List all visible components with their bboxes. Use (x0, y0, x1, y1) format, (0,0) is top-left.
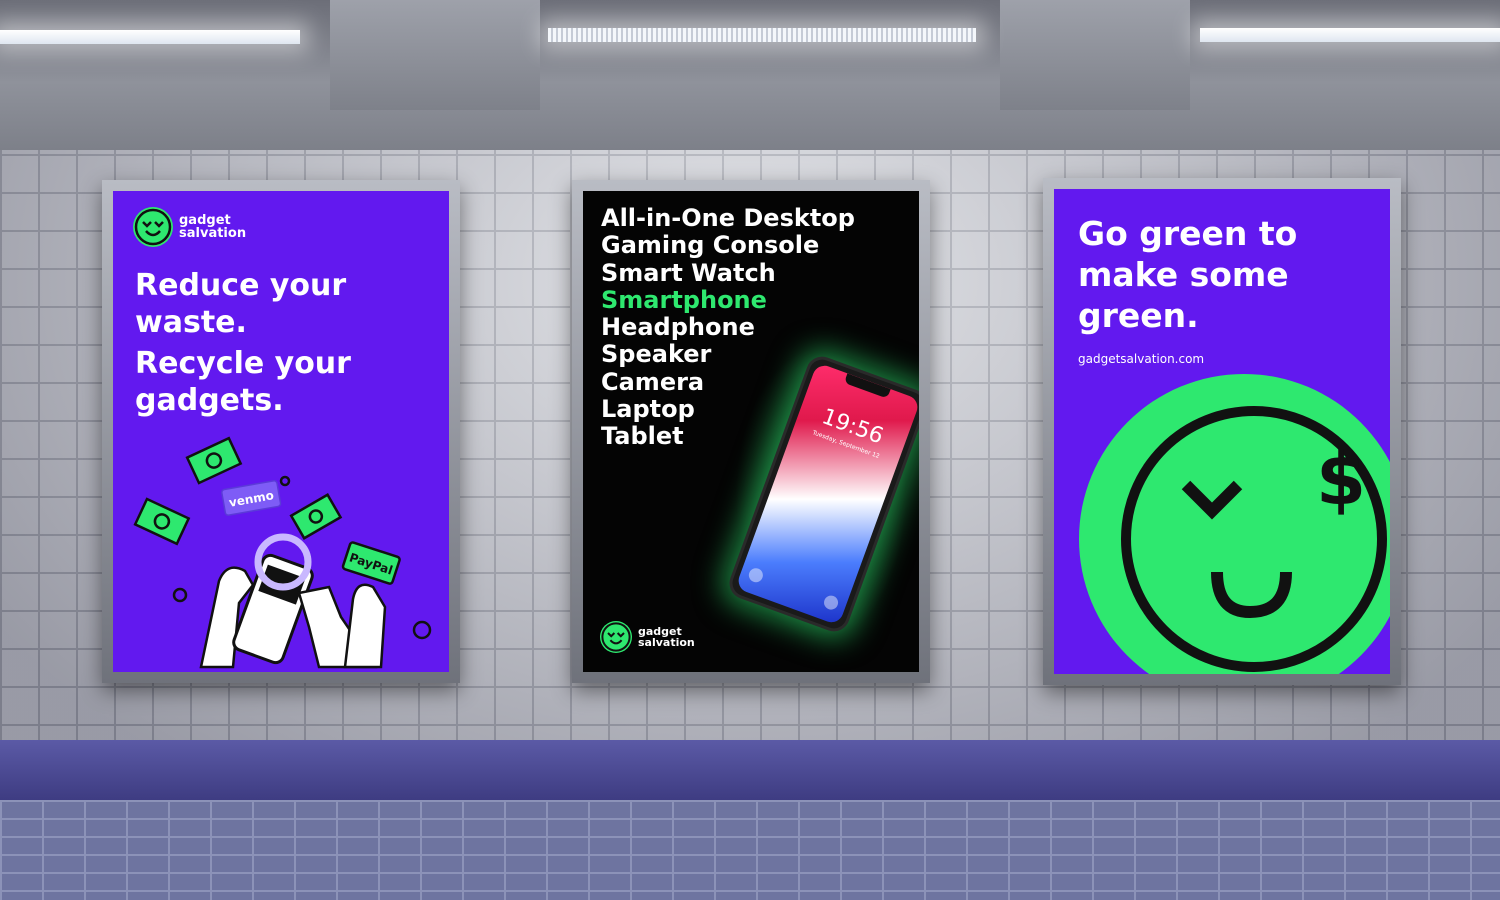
ceiling-beam (330, 0, 540, 110)
brand-logo: gadget salvation (600, 621, 695, 653)
headline-line: Go green to (1078, 214, 1298, 253)
phone-notch (844, 373, 891, 399)
headline-line: waste. (135, 305, 247, 340)
ceiling-light (548, 28, 976, 42)
winking-dollar-smiley-icon: $ (1079, 374, 1390, 674)
ceiling (0, 0, 1500, 150)
decor-dot (172, 587, 188, 603)
cash-bill-icon (185, 436, 243, 485)
subway-scene: gadget salvation Reduce your waste. Recy… (0, 0, 1500, 900)
device-list-item: Smart Watch (601, 258, 776, 287)
poster-middle: All-in-One Desktop Gaming Console Smart … (583, 191, 919, 672)
headline-line: gadgets. (135, 383, 284, 418)
venmo-card-icon: venmo (221, 480, 282, 516)
tiled-floor (0, 800, 1500, 900)
ceiling-light (1200, 28, 1500, 42)
headline-go-green: Go green to make some green. (1078, 213, 1297, 336)
ceiling-light (0, 30, 300, 44)
headline-recycle: Recycle your gadgets. (135, 345, 351, 419)
brand-name-line2: salvation (638, 636, 695, 649)
headline-line: green. (1078, 296, 1199, 335)
brand-logo: gadget salvation (133, 207, 246, 247)
paypal-card-icon: PayPal (341, 541, 401, 585)
poster-left: gadget salvation Reduce your waste. Recy… (113, 191, 449, 672)
device-list-item: All-in-One Desktop (601, 204, 855, 232)
cash-bill-icon (133, 497, 191, 546)
poster-right: Go green to make some green. gadgetsalva… (1054, 189, 1390, 674)
device-list-item: Gaming Console (601, 231, 820, 260)
brand-name-line2: salvation (179, 226, 247, 241)
website-url[interactable]: gadgetsalvation.com (1078, 352, 1204, 366)
headline-line: Reduce your (135, 268, 347, 303)
device-list-item-highlighted: Smartphone (601, 285, 767, 314)
cash-bill-icon (289, 493, 343, 540)
headline-reduce: Reduce your waste. (135, 267, 346, 341)
decor-dot (412, 620, 432, 640)
camera-icon (822, 593, 841, 612)
headline-line: make some (1078, 255, 1289, 294)
decor-dot (279, 475, 291, 487)
smiley-logo-icon (133, 207, 173, 247)
ceiling-beam (1000, 0, 1190, 110)
dollar-sign: $ (1316, 437, 1366, 521)
device-list-item: Headphone (601, 313, 755, 342)
hand-shape (343, 583, 387, 669)
smiley-logo-icon (600, 621, 632, 653)
wall-trim (0, 740, 1500, 800)
recycling-illustration: venmo PayPal (133, 436, 432, 669)
flashlight-icon (746, 566, 765, 585)
headline-line: Recycle your (135, 346, 351, 381)
